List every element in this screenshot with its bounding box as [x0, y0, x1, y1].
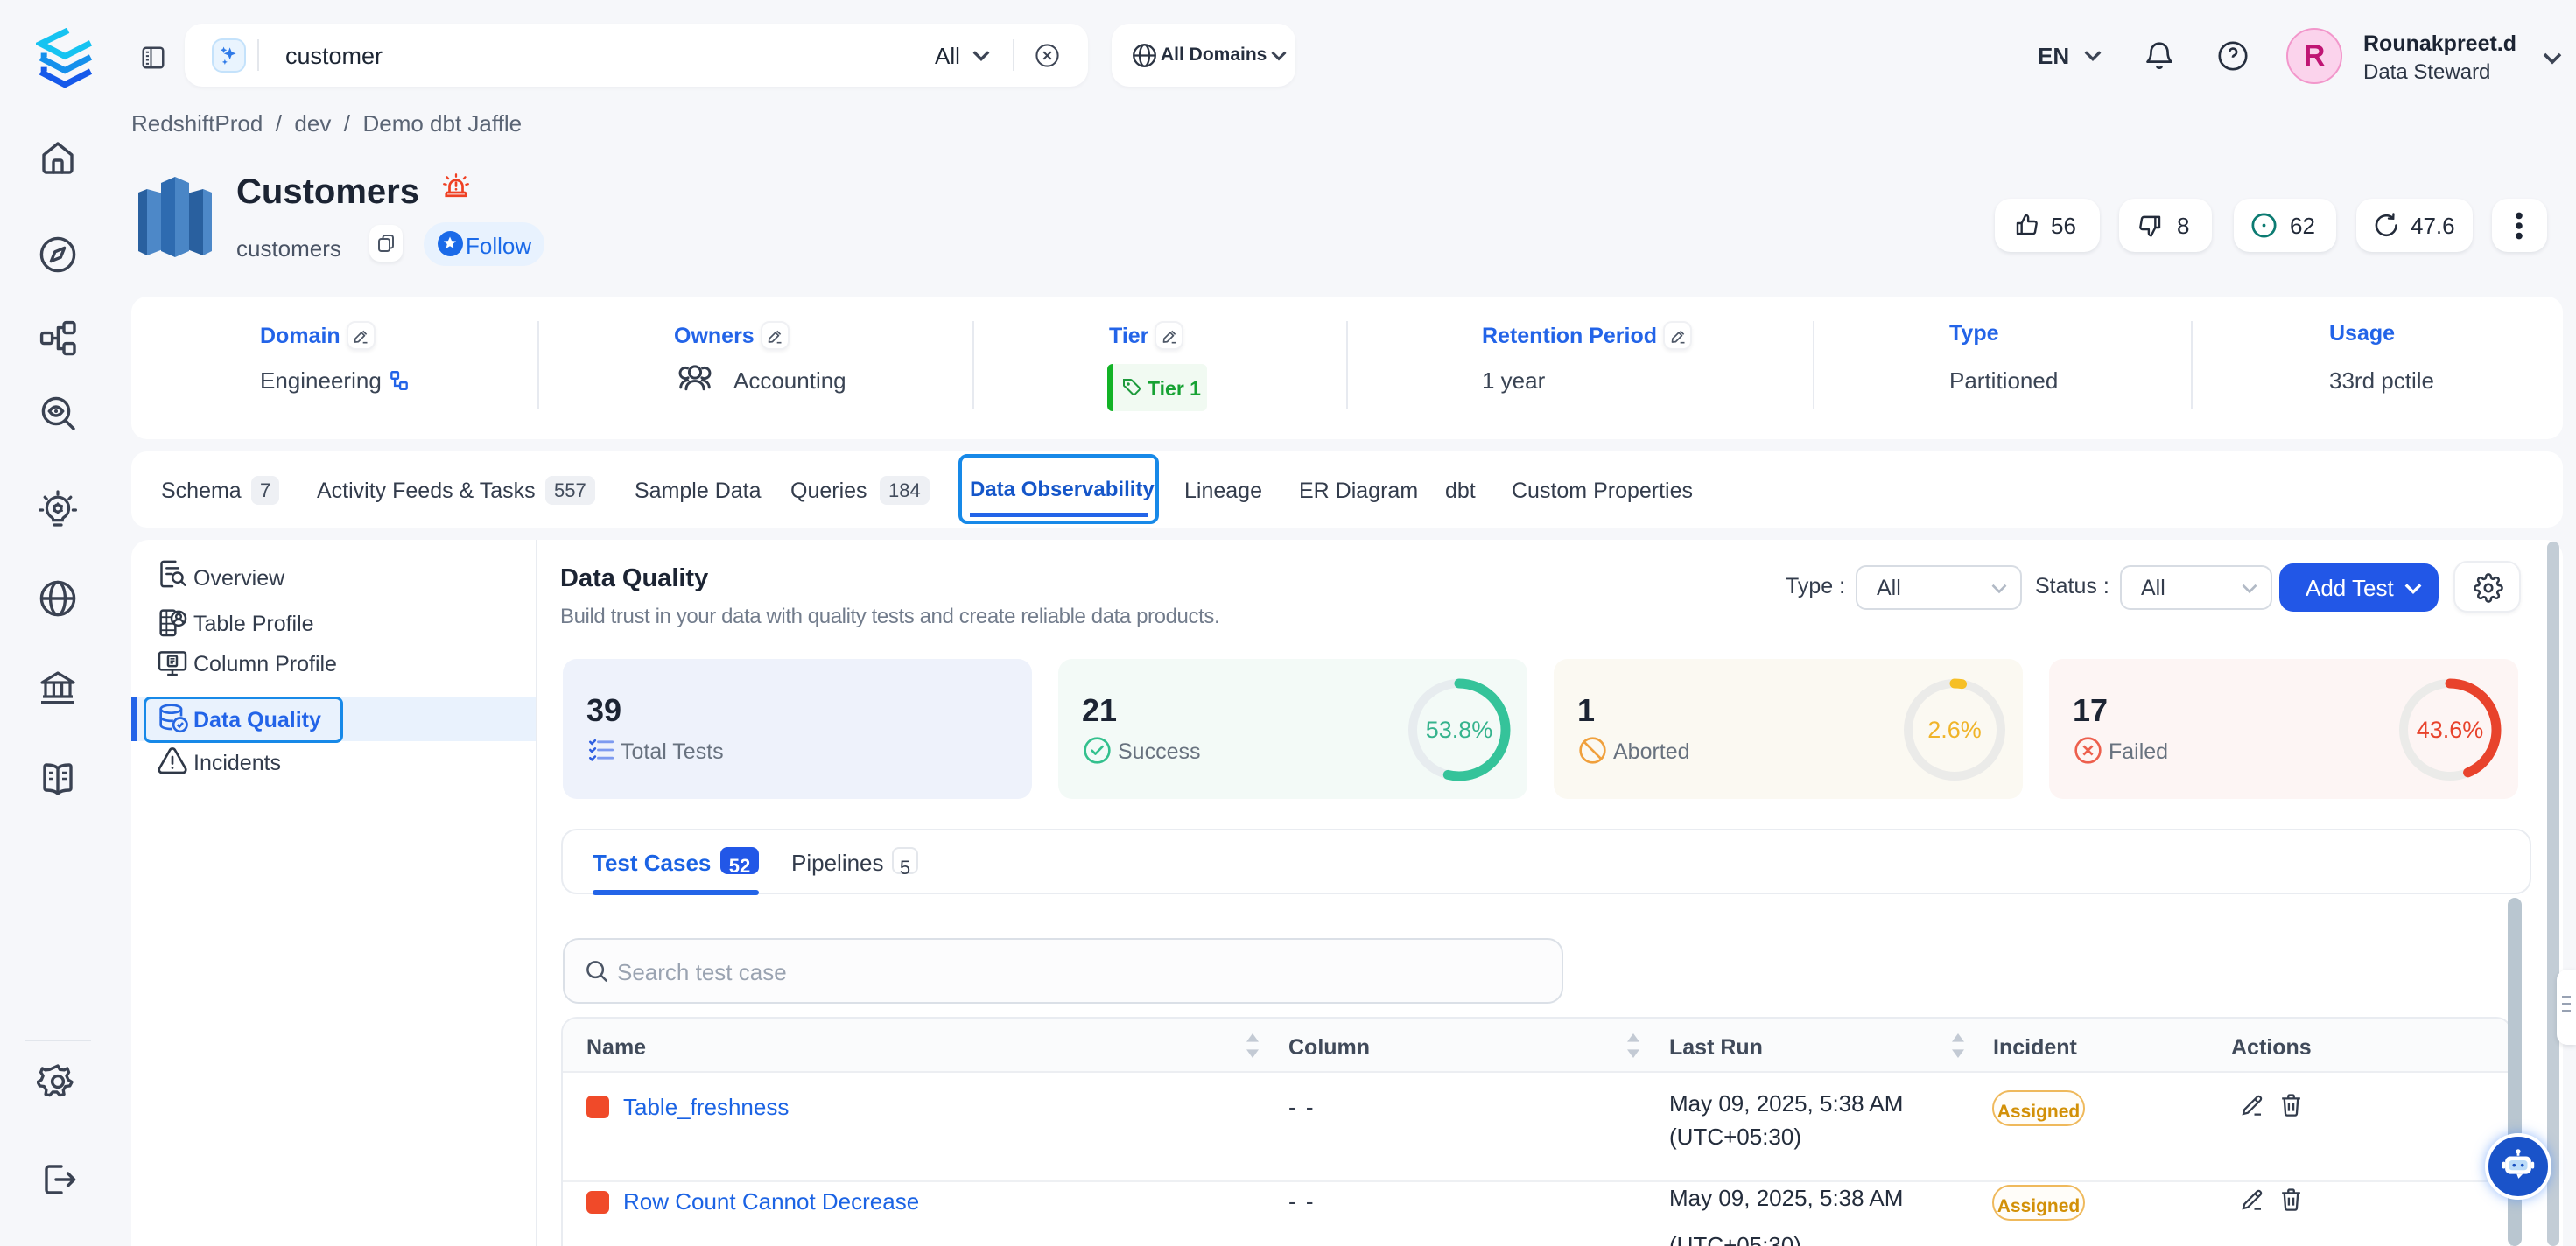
- svg-text:2.6%: 2.6%: [1927, 717, 1982, 743]
- svg-text:43.6%: 43.6%: [2417, 717, 2484, 743]
- svg-text:53.8%: 53.8%: [1426, 717, 1493, 743]
